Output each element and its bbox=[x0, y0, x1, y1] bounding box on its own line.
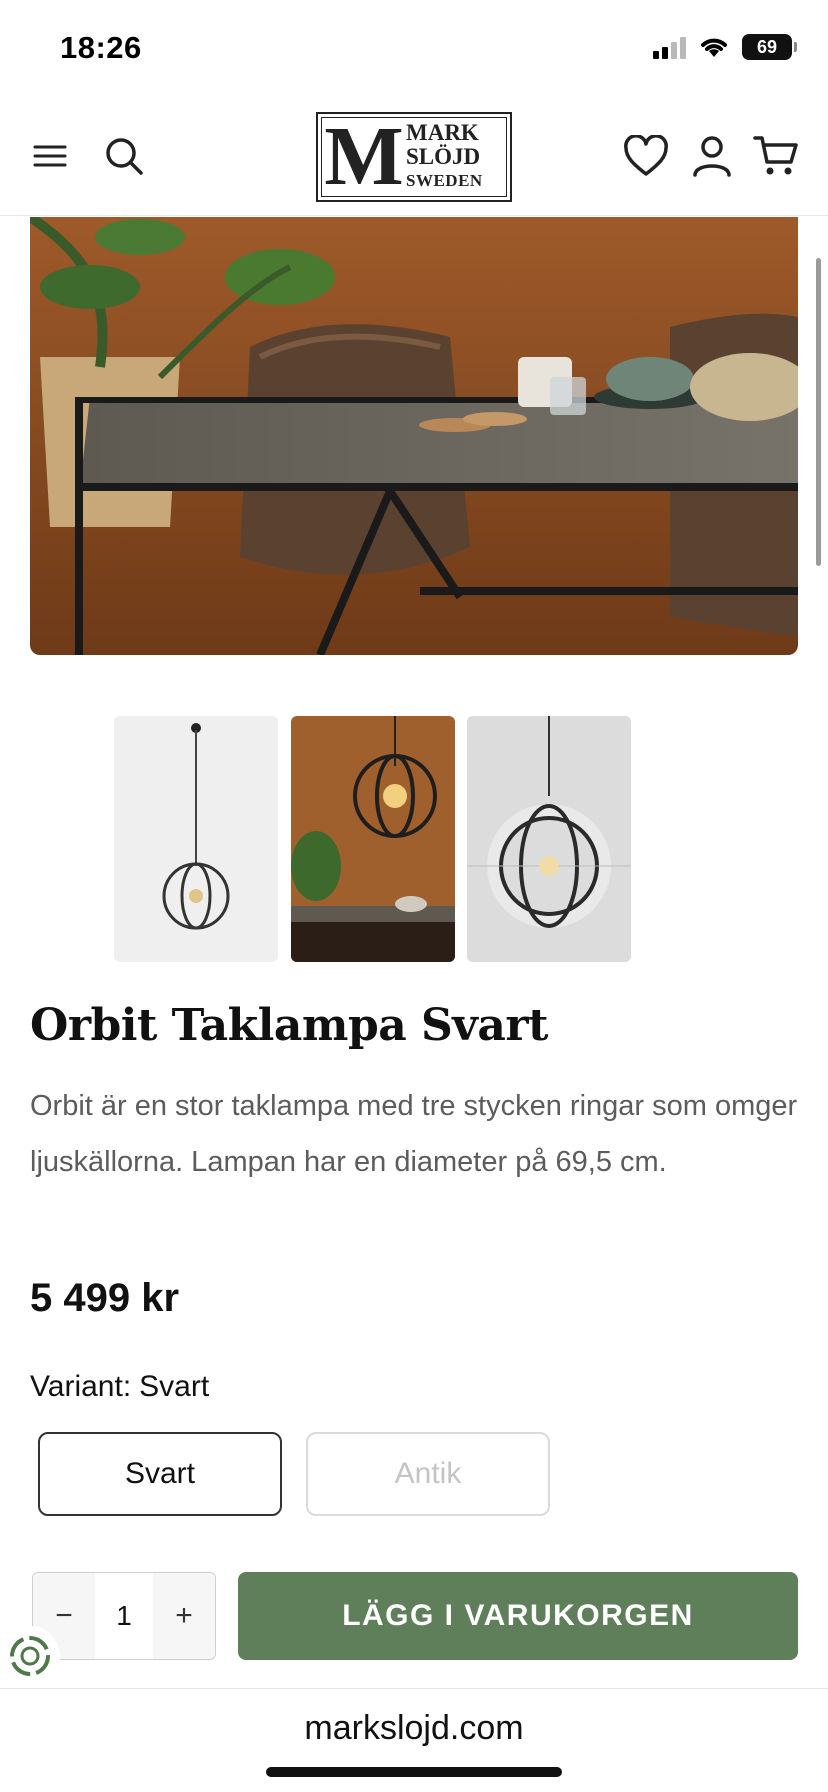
cart-icon[interactable] bbox=[752, 132, 800, 180]
menu-icon[interactable] bbox=[26, 132, 74, 180]
wishlist-heart-icon[interactable] bbox=[622, 132, 670, 180]
battery-level: 69 bbox=[756, 36, 778, 57]
variant-label-text: Variant: bbox=[30, 1370, 132, 1403]
cellular-signal-icon bbox=[653, 35, 686, 59]
variant-option-antik[interactable]: Antik bbox=[306, 1432, 550, 1516]
logo-letter: M bbox=[324, 110, 404, 203]
variant-selected-value: Svart bbox=[139, 1370, 210, 1403]
quantity-value[interactable]: 1 bbox=[95, 1573, 153, 1659]
product-title: Orbit Taklampa Svart bbox=[30, 1000, 548, 1051]
quantity-increase-button[interactable]: + bbox=[153, 1573, 215, 1659]
thumbnail-1[interactable] bbox=[114, 716, 278, 962]
product-price: 5 499 kr bbox=[30, 1276, 180, 1320]
quantity-stepper: − 1 + bbox=[32, 1572, 216, 1660]
product-description: Orbit är en stor taklampa med tre stycke… bbox=[30, 1090, 798, 1178]
logo-line-2: SLÖJD bbox=[406, 144, 481, 169]
logo-line-3: SWEDEN bbox=[406, 171, 483, 190]
variant-label: Variant: Svart bbox=[30, 1370, 209, 1404]
address-bar-url[interactable]: markslojd.com bbox=[0, 1709, 828, 1748]
search-icon[interactable] bbox=[100, 132, 148, 180]
site-logo[interactable]: M MARK SLÖJD SWEDEN bbox=[316, 112, 512, 202]
product-main-image[interactable] bbox=[30, 217, 798, 655]
status-bar: 18:26 69 bbox=[0, 0, 828, 100]
variant-option-svart[interactable]: Svart bbox=[38, 1432, 282, 1516]
logo-line-1: MARK bbox=[406, 120, 479, 145]
status-icons: 69 bbox=[653, 34, 797, 60]
thumbnail-3[interactable] bbox=[467, 716, 631, 962]
account-icon[interactable] bbox=[688, 132, 736, 180]
battery-icon: 69 bbox=[742, 34, 797, 60]
thumbnail-2[interactable] bbox=[291, 716, 455, 962]
site-header: M MARK SLÖJD SWEDEN bbox=[0, 100, 828, 216]
browser-bottom-bar: markslojd.com bbox=[0, 1688, 828, 1792]
home-indicator[interactable] bbox=[266, 1767, 562, 1777]
scrollbar[interactable] bbox=[816, 258, 821, 566]
recycle-badge-icon[interactable] bbox=[0, 1626, 60, 1686]
status-time: 18:26 bbox=[60, 30, 142, 65]
wifi-icon bbox=[701, 38, 727, 57]
add-to-cart-button[interactable]: LÄGG I VARUKORGEN bbox=[238, 1572, 798, 1660]
